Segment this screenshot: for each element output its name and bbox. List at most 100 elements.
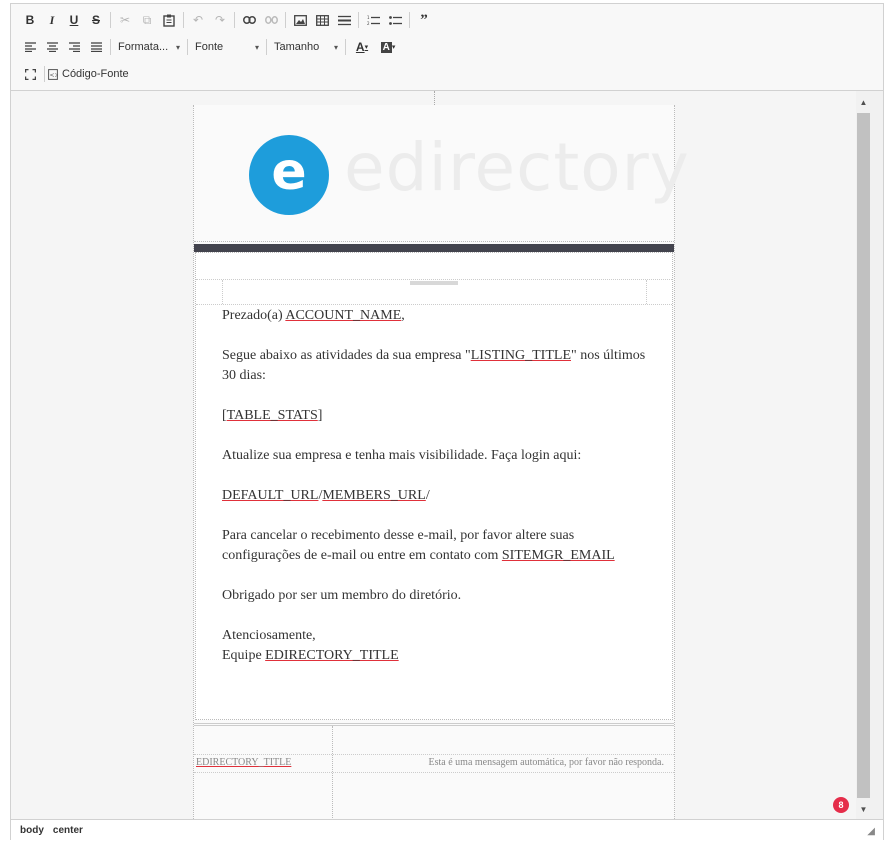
- toolbar-separator: [110, 12, 111, 28]
- bulleted-list-icon[interactable]: [384, 9, 406, 31]
- font-dropdown-label: Fonte: [195, 41, 224, 53]
- regards-text: Atenciosamente,: [222, 628, 316, 643]
- underline-button[interactable]: U: [63, 9, 85, 31]
- maximize-icon[interactable]: [19, 63, 41, 85]
- link-icon[interactable]: [238, 9, 260, 31]
- activity-paragraph: Segue abaixo as atividades da sua empres…: [222, 346, 652, 386]
- size-dropdown[interactable]: Tamanho ▾: [270, 36, 342, 58]
- redo-icon[interactable]: ↷: [209, 9, 231, 31]
- editor-content-area[interactable]: e edirectory Prezado(a) ACCOUNT_NAME, Se…: [11, 91, 856, 819]
- copy-icon[interactable]: ⧉: [136, 9, 158, 31]
- scrollbar-thumb[interactable]: [857, 113, 870, 798]
- members-url-variable: MEMBERS_URL: [322, 488, 426, 503]
- svg-text:<>: <>: [50, 72, 59, 79]
- font-dropdown[interactable]: Fonte ▾: [191, 36, 263, 58]
- greeting-suffix: ,: [401, 308, 405, 323]
- listing-title-variable: LISTING_TITLE: [470, 348, 571, 363]
- toolbar-separator: [409, 12, 410, 28]
- toolbar-separator: [110, 39, 111, 55]
- logo-wordmark: edirectory: [344, 129, 690, 206]
- toolbar-row-1: B I U S ✂ ⧉ ↶ ↷ 1 2 ”: [19, 9, 435, 31]
- rich-text-editor: B I U S ✂ ⧉ ↶ ↷ 1 2 ” Formata... ▾ Fonte…: [10, 3, 884, 840]
- table-cell-border: [222, 280, 223, 304]
- undo-icon[interactable]: ↶: [187, 9, 209, 31]
- team-prefix: Equipe: [222, 648, 266, 663]
- scroll-up-icon[interactable]: ▲: [857, 95, 870, 109]
- strikethrough-button[interactable]: S: [85, 9, 107, 31]
- email-text[interactable]: Prezado(a) ACCOUNT_NAME, Segue abaixo as…: [222, 306, 652, 666]
- format-dropdown[interactable]: Formata... ▾: [114, 36, 184, 58]
- update-paragraph: Atualize sua empresa e tenha mais visibi…: [222, 448, 582, 463]
- format-dropdown-label: Formata...: [118, 41, 169, 53]
- url-paragraph: DEFAULT_URL/MEMBERS_URL/: [222, 486, 652, 506]
- email-header: e edirectory: [194, 105, 689, 242]
- header-divider: [194, 244, 674, 252]
- path-center[interactable]: center: [53, 825, 83, 836]
- default-url-variable: DEFAULT_URL: [222, 488, 319, 503]
- table-row-border: [194, 754, 674, 755]
- paste-icon[interactable]: [158, 9, 180, 31]
- account-name-variable: ACCOUNT_NAME: [285, 308, 402, 323]
- text-color-icon[interactable]: A ▾: [349, 36, 375, 58]
- element-path-bar: body center ◢: [11, 819, 883, 840]
- email-template: e edirectory Prezado(a) ACCOUNT_NAME, Se…: [193, 105, 689, 819]
- toolbar-separator: [345, 39, 346, 55]
- table-row-border: [194, 772, 674, 773]
- horizontal-rule-icon[interactable]: [333, 9, 355, 31]
- chevron-down-icon: ▾: [333, 42, 338, 52]
- activity-prefix: Segue abaixo as atividades da sua empres…: [222, 348, 471, 363]
- greeting-prefix: Prezado(a): [222, 308, 286, 323]
- svg-text:2: 2: [367, 21, 370, 26]
- footer-title: EDIRECTORY_TITLE: [196, 757, 292, 768]
- edirectory-logo-icon: e: [249, 135, 329, 215]
- blockquote-icon[interactable]: ”: [413, 9, 435, 31]
- source-code-button[interactable]: <> Código-Fonte: [48, 63, 129, 85]
- logo-letter: e: [271, 142, 307, 202]
- chevron-down-icon: ▾: [254, 42, 259, 52]
- image-icon[interactable]: [289, 9, 311, 31]
- unlink-icon[interactable]: [260, 9, 282, 31]
- align-left-icon[interactable]: [19, 36, 41, 58]
- stats-close: ]: [317, 408, 323, 423]
- size-dropdown-label: Tamanho: [274, 41, 320, 53]
- align-center-icon[interactable]: [41, 36, 63, 58]
- svg-text:1: 1: [367, 15, 370, 20]
- footer-notice: Esta é uma mensagem automática, por favo…: [428, 757, 664, 768]
- email-body[interactable]: Prezado(a) ACCOUNT_NAME, Segue abaixo as…: [195, 252, 673, 720]
- toolbar-separator: [44, 66, 45, 82]
- notification-badge[interactable]: 8: [833, 797, 849, 813]
- align-right-icon[interactable]: [63, 36, 85, 58]
- toolbar-row-2: Formata... ▾ Fonte ▾ Tamanho ▾ A ▾ A ▾: [19, 36, 401, 58]
- toolbar-row-3: <> Código-Fonte: [19, 63, 129, 85]
- email-footer[interactable]: EDIRECTORY_TITLE Esta é uma mensagem aut…: [194, 723, 674, 819]
- source-code-icon: <>: [48, 68, 59, 80]
- background-color-icon[interactable]: A ▾: [375, 36, 401, 58]
- toolbar-separator: [266, 39, 267, 55]
- vertical-scrollbar[interactable]: ▲ ▼: [856, 91, 883, 819]
- path-body[interactable]: body: [20, 825, 44, 836]
- chevron-down-icon: ▾: [175, 42, 180, 52]
- table-cell-border: [646, 280, 647, 304]
- scroll-down-icon[interactable]: ▼: [857, 802, 870, 816]
- toolbar-separator: [358, 12, 359, 28]
- greeting-paragraph: Prezado(a) ACCOUNT_NAME,: [222, 306, 652, 326]
- italic-button[interactable]: I: [41, 9, 63, 31]
- source-code-label: Código-Fonte: [62, 68, 129, 80]
- editor-toolbar: B I U S ✂ ⧉ ↶ ↷ 1 2 ” Formata... ▾ Fonte…: [11, 4, 883, 91]
- bold-button[interactable]: B: [19, 9, 41, 31]
- thanks-paragraph: Obrigado por ser um membro do diretório.: [222, 588, 462, 603]
- url-end: /: [425, 488, 430, 503]
- align-justify-icon[interactable]: [85, 36, 107, 58]
- toolbar-separator: [187, 39, 188, 55]
- regards-paragraph: Atenciosamente, Equipe EDIRECTORY_TITLE: [222, 626, 652, 666]
- resize-handle-icon[interactable]: ◢: [867, 826, 875, 837]
- resize-grip[interactable]: [410, 281, 458, 285]
- cut-icon[interactable]: ✂: [114, 9, 136, 31]
- toolbar-separator: [234, 12, 235, 28]
- numbered-list-icon[interactable]: 12: [362, 9, 384, 31]
- toolbar-separator: [285, 12, 286, 28]
- table-icon[interactable]: [311, 9, 333, 31]
- edirectory-title-variable: EDIRECTORY_TITLE: [265, 648, 399, 663]
- center-guide: [434, 91, 436, 105]
- sitemgr-email-variable: SITEMGR_EMAIL: [501, 548, 615, 563]
